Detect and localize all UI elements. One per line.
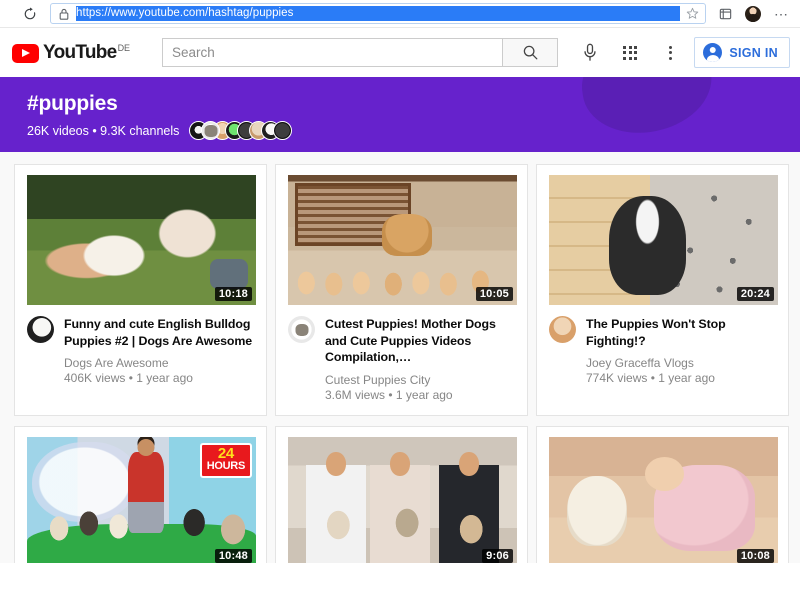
youtube-country-code: DE [117,42,131,53]
video-meta: Funny and cute English Bulldog Puppies #… [27,316,254,386]
video-card[interactable]: 24 HOURS 10:48 Trapped in a BUBBLE TENT … [14,425,267,563]
video-duration: 20:24 [736,287,774,301]
browser-actions: ⋯ [706,2,794,26]
youtube-logo-text: YouTube [43,41,117,63]
video-card[interactable]: 10:18 Funny and cute English Bulldog Pup… [14,164,267,416]
video-duration: 10:05 [475,287,513,301]
youtube-header: YouTube DE SIGN [0,28,800,77]
channel-avatar[interactable] [288,316,315,343]
channel-name[interactable]: Dogs Are Awesome [64,356,254,371]
video-thumbnail[interactable]: 10:08 [549,436,778,563]
sign-in-button[interactable]: SIGN IN [694,37,790,68]
badge-line-2: HOURS [206,459,246,472]
video-thumbnail[interactable]: 24 HOURS 10:48 [27,436,256,563]
thumbnail-badge: 24 HOURS [199,442,252,478]
video-stats: 406K views • 1 year ago [64,371,193,385]
video-row-2: 24 HOURS 10:48 Trapped in a BUBBLE TENT … [0,425,800,563]
person-art [127,452,165,533]
video-stats: 3.6M views • 1 year ago [325,387,453,402]
video-title[interactable]: Cutest Puppies! Mother Dogs and Cute Pup… [325,316,515,366]
collections-icon [719,8,731,20]
star-bookmark-icon[interactable] [686,7,699,20]
video-thumbnail[interactable]: 9:06 [288,436,517,563]
video-duration: 10:48 [214,548,252,563]
hashtag-stats: 26K videos • 9.3K channels [27,123,180,138]
video-duration: 9:06 [482,548,513,563]
address-bar[interactable]: https://www.youtube.com/hashtag/puppies [50,3,706,24]
apps-button[interactable] [610,33,650,73]
search-bar [162,38,558,67]
puppies-art [288,498,517,551]
reload-icon [24,7,36,19]
video-meta: The Puppies Won't Stop Fighting!? Joey G… [549,316,776,386]
video-info: Cutest Puppies! Mother Dogs and Cute Pup… [325,316,515,403]
baby-art [645,457,685,492]
hashtag-subtitle: 26K videos • 9.3K channels [27,121,800,140]
profile-avatar-icon [745,5,761,22]
paw-print-pattern [645,175,778,305]
video-info: The Puppies Won't Stop Fighting!? Joey G… [586,316,776,386]
video-duration: 10:08 [736,548,774,563]
video-stats: 774K views • 1 year ago [586,371,715,385]
browser-more-button[interactable]: ⋯ [768,2,794,26]
microphone-icon [584,43,596,61]
video-row-1: 10:18 Funny and cute English Bulldog Pup… [0,164,800,416]
voice-search-button[interactable] [570,33,610,73]
video-meta: Cutest Puppies! Mother Dogs and Cute Pup… [288,316,515,403]
channel-avatar[interactable] [27,316,54,343]
video-card[interactable]: 9:06 We Fostered Three Puppies | The [275,425,528,563]
video-thumbnail[interactable]: 20:24 [549,175,778,305]
channel-avatar-stack [189,121,293,140]
hashtag-banner: #puppies 26K videos • 9.3K channels [0,77,800,152]
url-text[interactable]: https://www.youtube.com/hashtag/puppies [76,6,680,21]
video-card[interactable]: 20:24 The Puppies Won't Stop Fighting!? … [536,164,789,416]
reload-button[interactable] [18,3,42,25]
video-card[interactable]: 10:08 Cute Puppies and Babies Playing [536,425,789,563]
collections-button[interactable] [712,2,738,26]
account-circle-icon [703,43,723,62]
youtube-play-icon [12,43,39,63]
search-button[interactable] [502,38,558,67]
header-actions: SIGN IN [570,33,790,73]
channel-name[interactable]: Cutest Puppies City [325,373,515,388]
video-grid: 10:18 Funny and cute English Bulldog Pup… [0,152,800,563]
video-thumbnail[interactable]: 10:18 [27,175,256,305]
browser-more-icon: ⋯ [774,5,788,22]
settings-menu-button[interactable] [650,33,690,73]
video-info: Funny and cute English Bulldog Puppies #… [64,316,254,386]
avatar [273,121,293,140]
vertical-dots-icon [668,45,672,60]
apps-grid-icon [623,45,638,60]
profile-button[interactable] [740,2,766,26]
video-thumbnail[interactable]: 10:05 [288,175,517,305]
channel-avatar[interactable] [549,316,576,343]
video-title[interactable]: The Puppies Won't Stop Fighting!? [586,316,776,349]
browser-toolbar: https://www.youtube.com/hashtag/puppies … [0,0,800,28]
search-input[interactable] [162,38,502,67]
page-title: #puppies [27,92,118,115]
badge-line-1: 24 [217,444,234,462]
video-card[interactable]: 10:05 Cutest Puppies! Mother Dogs and Cu… [275,164,528,416]
video-title[interactable]: Funny and cute English Bulldog Puppies #… [64,316,254,349]
channel-name[interactable]: Joey Graceffa Vlogs [586,356,776,371]
sign-in-label: SIGN IN [729,45,778,60]
video-duration: 10:18 [214,287,252,301]
search-icon [523,45,537,60]
youtube-logo[interactable]: YouTube DE [12,41,140,63]
lock-icon [59,8,69,20]
